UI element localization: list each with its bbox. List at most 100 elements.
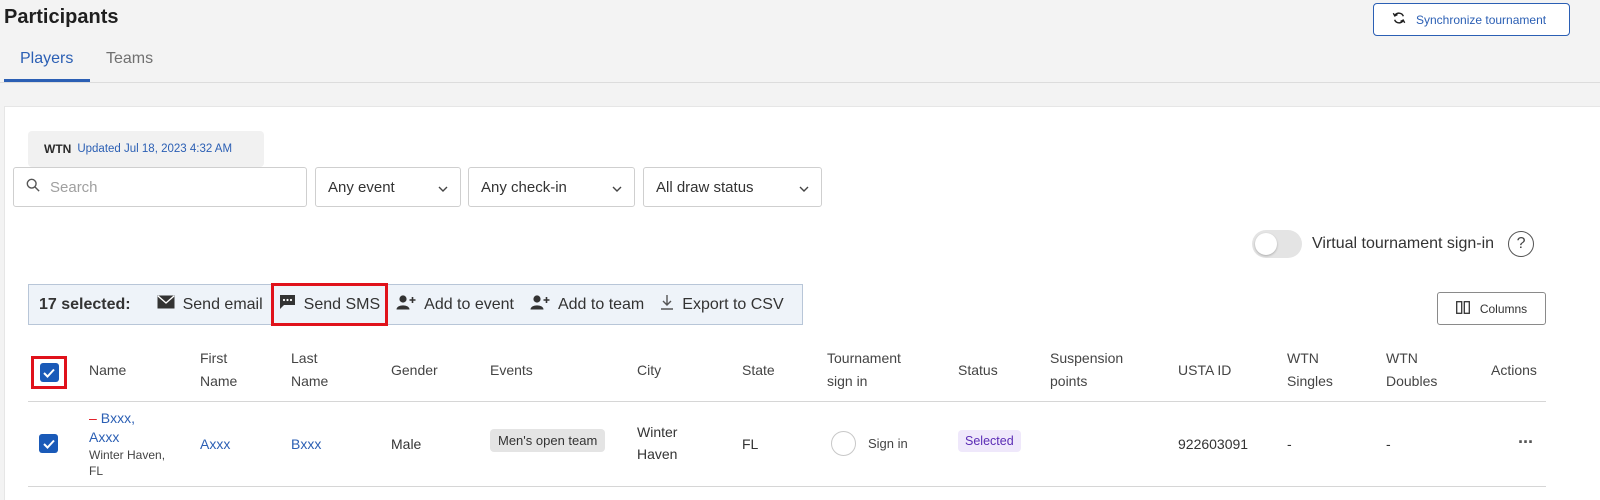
add-person-icon <box>530 294 550 315</box>
columns-button[interactable]: Columns <box>1437 292 1546 325</box>
event-badge: Men's open team <box>490 429 606 452</box>
header-city[interactable]: City <box>637 359 661 382</box>
header-suspension-points[interactable]: Suspension points <box>1050 347 1123 393</box>
search-field[interactable] <box>13 167 307 207</box>
checkin-filter-select[interactable]: Any check-in <box>468 167 635 207</box>
signin-radio[interactable] <box>831 431 856 456</box>
active-tab-indicator <box>4 79 90 82</box>
header-state[interactable]: State <box>742 359 775 382</box>
header-wtn-doubles-line2: Doubles <box>1386 373 1438 389</box>
envelope-icon <box>157 295 175 314</box>
header-last-name[interactable]: Last Name <box>291 347 328 393</box>
city-line2: Haven <box>637 446 678 462</box>
selected-count: 17 selected: <box>39 295 131 313</box>
player-name-line1: Bxxx, <box>100 410 136 426</box>
row-checkbox[interactable] <box>39 434 58 453</box>
minus-icon: – <box>89 410 97 426</box>
more-actions-icon[interactable]: ··· <box>1518 432 1534 453</box>
header-suspension-line1: Suspension <box>1050 350 1124 366</box>
header-signin-line2: sign in <box>827 373 868 389</box>
sync-icon <box>1392 11 1406 28</box>
header-events[interactable]: Events <box>490 359 533 382</box>
wtn-label: WTN <box>44 142 72 156</box>
page-title: Participants <box>4 6 119 28</box>
synchronize-tournament-label: Synchronize tournament <box>1416 12 1547 27</box>
toggle-knob <box>1255 233 1277 255</box>
wtn-update-chip: WTN Updated Jul 18, 2023 4:32 AM <box>28 131 264 167</box>
download-icon <box>660 294 674 315</box>
player-location-line2: FL <box>89 464 104 478</box>
bulk-actions-bar: 17 selected: Send email Send SMS Add to … <box>28 283 803 326</box>
add-to-team-button[interactable]: Add to team <box>522 284 652 325</box>
add-person-icon <box>396 294 416 315</box>
first-name-link[interactable]: Axxx <box>200 436 230 452</box>
event-filter-value: Any event <box>328 178 395 196</box>
add-to-team-label: Add to team <box>557 295 645 313</box>
header-wtn-singles[interactable]: WTN Singles <box>1287 347 1333 393</box>
player-name-line2[interactable]: Axxx <box>89 428 165 447</box>
draw-status-filter-value: All draw status <box>656 178 754 196</box>
table-row: – Bxxx, Axxx Winter Haven, FL Axxx Bxxx M… <box>28 402 1546 487</box>
columns-label: Columns <box>1479 301 1528 316</box>
virtual-signin-control: Virtual tournament sign-in ? <box>1252 230 1535 258</box>
search-icon <box>26 178 40 197</box>
signin-control[interactable]: Sign in <box>831 431 908 456</box>
header-first-name-line1: First <box>200 350 228 366</box>
sms-icon <box>279 294 296 315</box>
wtn-updated-text: Updated Jul 18, 2023 4:32 AM <box>77 143 233 155</box>
chevron-down-icon <box>438 179 448 196</box>
virtual-signin-toggle[interactable] <box>1252 230 1302 258</box>
header-wtn-doubles-line1: WTN <box>1386 350 1418 366</box>
help-icon[interactable]: ? <box>1508 231 1535 257</box>
signin-label: Sign in <box>868 436 908 451</box>
header-signin-line1: Tournament <box>827 350 901 366</box>
header-wtn-singles-line2: Singles <box>1287 373 1333 389</box>
header-first-name-line2: Name <box>200 373 238 389</box>
player-location-line1: Winter Haven, <box>89 448 166 462</box>
header-status[interactable]: Status <box>958 359 998 382</box>
chevron-down-icon <box>799 179 809 196</box>
city-value: Winter Haven <box>637 421 677 465</box>
event-filter-select[interactable]: Any event <box>315 167 461 207</box>
header-usta-id[interactable]: USTA ID <box>1178 359 1231 382</box>
select-all-checkbox[interactable] <box>39 363 59 382</box>
send-sms-button[interactable]: Send SMS <box>270 283 389 326</box>
export-csv-label: Export to CSV <box>682 295 784 313</box>
table-header: Name First Name Last Name Gender Events … <box>28 345 1546 402</box>
header-tournament-signin[interactable]: Tournament sign in <box>827 347 901 393</box>
select-all-highlight <box>31 356 67 389</box>
usta-id-value: 922603091 <box>1178 436 1249 452</box>
send-email-button[interactable]: Send email <box>149 284 271 325</box>
header-suspension-line2: points <box>1050 373 1088 389</box>
synchronize-tournament-button[interactable]: Synchronize tournament <box>1373 3 1570 36</box>
header-wtn-singles-line1: WTN <box>1287 350 1319 366</box>
header-name[interactable]: Name <box>89 359 126 382</box>
add-to-event-label: Add to event <box>424 295 514 313</box>
wtn-singles-value: - <box>1287 436 1292 452</box>
header-last-name-line2: Name <box>291 373 329 389</box>
tab-bar: Players Teams <box>0 44 1600 83</box>
header-first-name[interactable]: First Name <box>200 347 237 393</box>
last-name-link[interactable]: Bxxx <box>291 436 321 452</box>
virtual-signin-label: Virtual tournament sign-in <box>1312 235 1495 252</box>
draw-status-filter-select[interactable]: All draw status <box>643 167 822 207</box>
checkin-filter-value: Any check-in <box>481 178 567 196</box>
columns-icon <box>1455 300 1470 317</box>
wtn-doubles-value: - <box>1386 436 1391 452</box>
header-gender[interactable]: Gender <box>391 359 438 382</box>
player-name-cell: – Bxxx, Axxx Winter Haven, FL <box>89 409 165 479</box>
player-name-link[interactable]: – Bxxx, <box>89 409 165 428</box>
tab-teams[interactable]: Teams <box>106 50 153 68</box>
header-wtn-doubles[interactable]: WTN Doubles <box>1386 347 1437 393</box>
tab-players[interactable]: Players <box>20 50 73 68</box>
header-last-name-line1: Last <box>291 350 318 366</box>
gender-value: Male <box>391 436 422 452</box>
event-badge-wrap: Men's open team <box>490 429 606 452</box>
state-value: FL <box>742 436 759 452</box>
status-badge: Selected <box>958 430 1021 452</box>
export-csv-button[interactable]: Export to CSV <box>652 284 791 325</box>
add-to-event-button[interactable]: Add to event <box>388 284 522 325</box>
search-input[interactable] <box>50 178 290 196</box>
header-actions: Actions <box>1491 362 1537 378</box>
status-wrap: Selected <box>958 430 1021 452</box>
